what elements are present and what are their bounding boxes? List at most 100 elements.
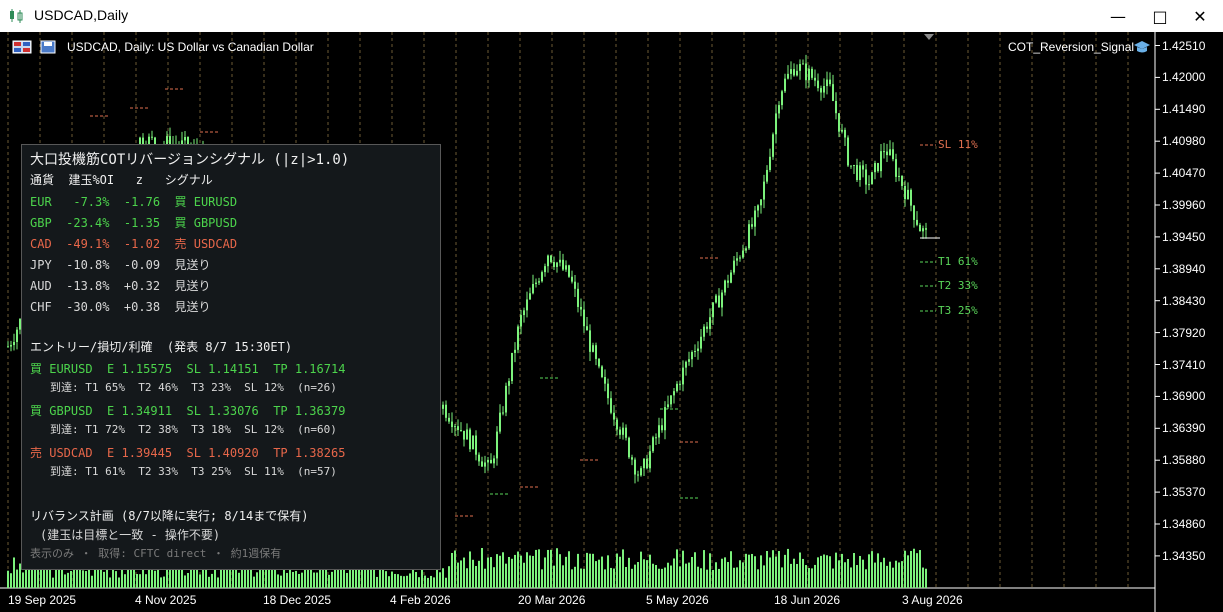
volume-bar: [763, 565, 765, 588]
volume-bar: [406, 575, 408, 588]
volume-bar: [208, 576, 210, 588]
volume-bar: [346, 572, 348, 588]
candle-body: [616, 419, 618, 430]
volume-bar: [547, 549, 549, 588]
candle-body: [634, 459, 636, 475]
volume-bar: [487, 557, 489, 588]
trade-line: 売 USDCAD E 1.39445 SL 1.40920 TP 1.38265: [30, 446, 346, 460]
candle-body: [589, 330, 591, 352]
date-label: 19 Sep 2025: [8, 593, 77, 607]
candle-body: [700, 336, 702, 349]
volume-bar: [895, 560, 897, 588]
volume-bar: [466, 568, 468, 588]
candle-body: [514, 349, 516, 353]
candle-body: [763, 181, 765, 200]
candle-body: [817, 80, 819, 89]
indicator-name[interactable]: COT_Reversion_Signal: [1008, 40, 1134, 54]
chart-header-text: USDCAD, Daily: US Dollar vs Canadian Dol…: [67, 40, 314, 54]
candle-body: [811, 68, 813, 78]
volume-bar: [109, 577, 111, 588]
candle-body: [691, 351, 693, 360]
candle-body: [910, 189, 912, 206]
candle-body: [562, 259, 564, 270]
volume-bar: [415, 571, 417, 588]
title-bar: USDCAD,Daily — □ ✕: [0, 0, 1223, 32]
save-template-icon[interactable]: [40, 40, 56, 54]
volume-bar: [646, 560, 648, 588]
candle-body: [184, 137, 186, 141]
volume-bar: [748, 554, 750, 588]
volume-bar: [613, 568, 615, 588]
volume-bar: [439, 572, 441, 588]
volume-bar: [619, 556, 621, 588]
volume-bar: [418, 577, 420, 588]
volume-bar: [787, 548, 789, 588]
volume-bar: [886, 565, 888, 588]
candle-body: [640, 468, 642, 476]
candle-body: [883, 151, 885, 153]
volume-bar: [286, 572, 288, 588]
candle-body: [577, 288, 579, 307]
candle-body: [739, 257, 741, 259]
close-icon[interactable]: ✕: [1177, 0, 1223, 32]
volume-bar: [559, 554, 561, 588]
volume-bar: [694, 552, 696, 588]
candle-body: [784, 78, 786, 92]
volume-bar: [397, 574, 399, 588]
candle-body: [658, 425, 660, 438]
volume-bar: [514, 554, 516, 588]
volume-bar: [70, 570, 72, 588]
volume-bar: [853, 552, 855, 588]
graduation-cap-icon[interactable]: [1133, 40, 1151, 54]
volume-bar: [832, 568, 834, 588]
volume-bar: [568, 551, 570, 588]
volume-bar: [685, 563, 687, 588]
candle-body: [499, 412, 501, 432]
volume-bar: [259, 568, 261, 588]
volume-bar: [394, 573, 396, 588]
candle-body: [7, 346, 9, 348]
volume-bar: [475, 566, 477, 588]
signal-level-label: SL 11%: [938, 138, 978, 151]
volume-bar: [733, 567, 735, 588]
chart-area[interactable]: USDCAD, Daily: US Dollar vs Canadian Dol…: [0, 32, 1223, 612]
volume-bar: [520, 555, 522, 588]
volume-bar: [724, 557, 726, 588]
volume-bar: [277, 574, 279, 588]
volume-bar: [490, 557, 492, 588]
volume-bar: [904, 550, 906, 588]
volume-bar: [154, 570, 156, 588]
volume-bar: [523, 562, 525, 588]
candle-body: [826, 79, 828, 87]
volume-bar: [880, 562, 882, 588]
candle-body: [895, 159, 897, 177]
minimize-icon[interactable]: —: [1095, 0, 1141, 32]
volume-bar: [673, 558, 675, 588]
volume-bar: [745, 553, 747, 588]
volume-bar: [118, 577, 120, 588]
price-label: 1.42510: [1162, 38, 1206, 53]
shift-marker-icon[interactable]: [924, 34, 934, 40]
volume-bar: [691, 557, 693, 588]
candle-body: [790, 69, 792, 74]
volume-bar: [616, 553, 618, 588]
candle-body: [481, 461, 483, 467]
date-label: 4 Nov 2025: [135, 593, 197, 607]
volume-bar: [343, 567, 345, 588]
candle-body: [838, 113, 840, 132]
volume-bar: [919, 550, 921, 588]
candle-body: [10, 345, 12, 347]
price-label: 1.37410: [1162, 357, 1206, 372]
volume-bar: [922, 567, 924, 588]
volume-bar: [643, 559, 645, 588]
candle-body: [916, 219, 918, 225]
volume-bar: [916, 553, 918, 588]
volume-bar: [541, 569, 543, 588]
candle-body: [607, 383, 609, 399]
volume-bar: [220, 568, 222, 588]
volume-bar: [112, 569, 114, 588]
trade-menu-icon[interactable]: [12, 40, 32, 54]
candle-body: [580, 306, 582, 310]
date-label: 3 Aug 2026: [902, 593, 963, 607]
candle-body: [463, 430, 465, 440]
